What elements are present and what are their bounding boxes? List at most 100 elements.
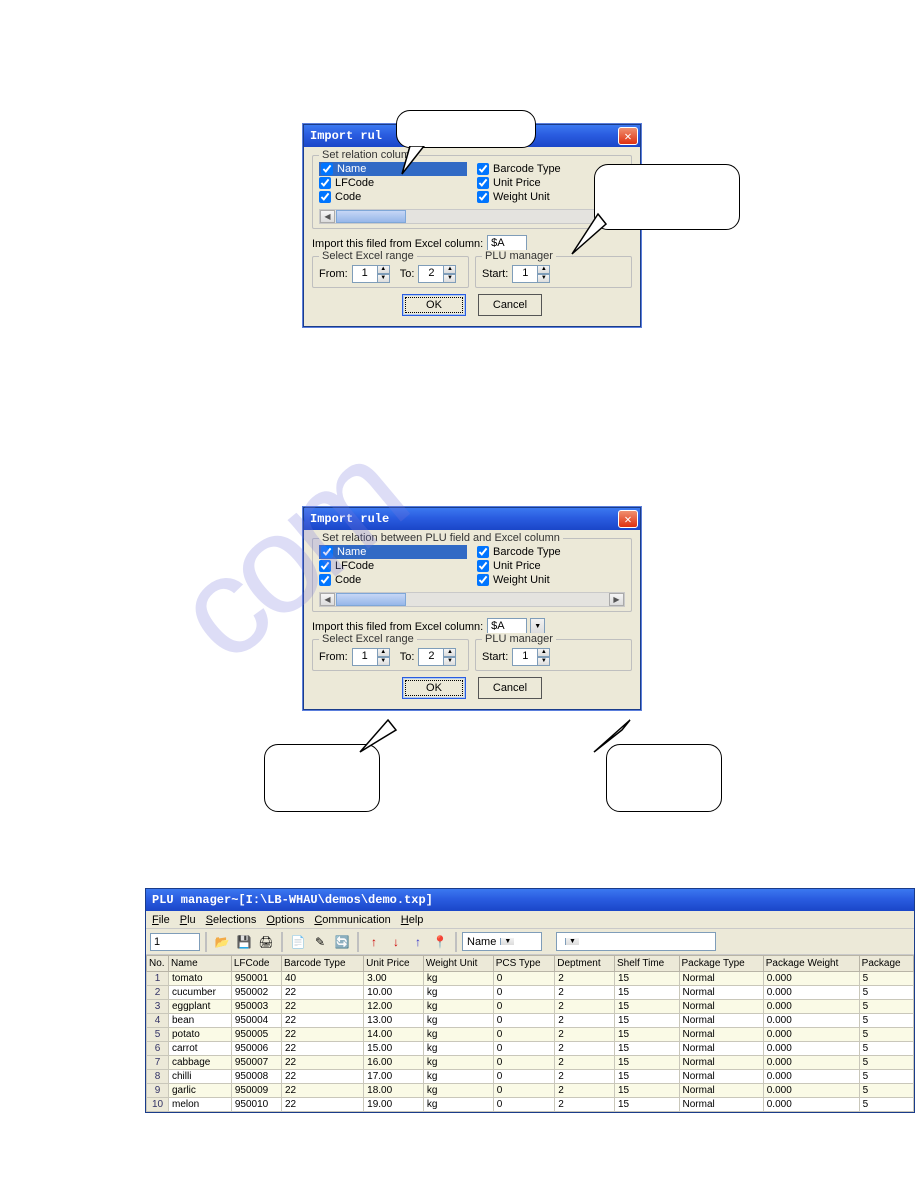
table-cell[interactable]: 2 <box>555 1056 615 1070</box>
table-cell[interactable]: 0.000 <box>763 1084 859 1098</box>
field-unit-price[interactable]: Unit Price <box>477 559 625 573</box>
table-cell[interactable]: 15 <box>614 1098 679 1112</box>
column-header[interactable]: Weight Unit <box>423 956 493 972</box>
table-cell[interactable]: 22 <box>281 1028 363 1042</box>
table-cell[interactable]: 2 <box>147 986 169 1000</box>
cancel-button[interactable]: Cancel <box>478 677 542 699</box>
checkbox[interactable] <box>477 560 489 572</box>
table-cell[interactable]: Normal <box>679 1042 763 1056</box>
menu-item[interactable]: Selections <box>206 914 257 926</box>
arrow-down-icon[interactable]: ↓ <box>386 932 406 952</box>
table-cell[interactable]: Normal <box>679 1070 763 1084</box>
save-icon[interactable]: 💾 <box>234 932 254 952</box>
spin-down-icon[interactable]: ▼ <box>443 274 456 283</box>
table-row[interactable]: 1tomato950001403.00kg0215Normal0.0005 <box>147 972 914 986</box>
table-cell[interactable]: 40 <box>281 972 363 986</box>
checkbox[interactable] <box>477 177 489 189</box>
table-cell[interactable]: 15 <box>614 1056 679 1070</box>
filter-dropdown[interactable]: ▼ <box>556 932 716 951</box>
checkbox[interactable] <box>477 191 489 203</box>
table-cell[interactable]: Normal <box>679 1014 763 1028</box>
field-barcode-type[interactable]: Barcode Type <box>477 545 625 559</box>
table-cell[interactable]: 5 <box>859 986 913 1000</box>
table-cell[interactable]: 0.000 <box>763 1028 859 1042</box>
scroll-right-icon[interactable]: ▶ <box>609 593 624 606</box>
table-row[interactable]: 7cabbage9500072216.00kg0215Normal0.0005 <box>147 1056 914 1070</box>
table-cell[interactable]: garlic <box>169 1084 232 1098</box>
spin-up-icon[interactable]: ▲ <box>443 265 456 274</box>
close-icon[interactable]: ✕ <box>618 510 638 528</box>
open-icon[interactable]: 📂 <box>212 932 232 952</box>
table-cell[interactable]: 4 <box>147 1014 169 1028</box>
table-cell[interactable]: Normal <box>679 1000 763 1014</box>
table-cell[interactable]: 2 <box>555 1000 615 1014</box>
table-cell[interactable]: potato <box>169 1028 232 1042</box>
checkbox[interactable] <box>319 560 331 572</box>
field-code[interactable]: Code <box>319 190 467 204</box>
spin-up-icon[interactable]: ▲ <box>377 265 390 274</box>
column-header[interactable]: PCS Type <box>493 956 555 972</box>
spin-up-icon[interactable]: ▲ <box>537 648 550 657</box>
start-spinner[interactable]: 1▲▼ <box>512 648 550 666</box>
table-cell[interactable]: chilli <box>169 1070 232 1084</box>
start-input[interactable]: 1 <box>512 265 538 283</box>
table-cell[interactable]: 22 <box>281 1098 363 1112</box>
table-cell[interactable]: 12.00 <box>364 1000 424 1014</box>
table-cell[interactable]: 22 <box>281 1042 363 1056</box>
table-cell[interactable]: 2 <box>555 1028 615 1042</box>
table-cell[interactable]: Normal <box>679 1028 763 1042</box>
table-cell[interactable]: 0.000 <box>763 1014 859 1028</box>
from-input[interactable]: 1 <box>352 648 378 666</box>
table-cell[interactable]: 15 <box>614 986 679 1000</box>
arrow-up-blue-icon[interactable]: ↑ <box>408 932 428 952</box>
table-cell[interactable]: 5 <box>859 1084 913 1098</box>
table-cell[interactable]: 15 <box>614 1042 679 1056</box>
table-cell[interactable]: 5 <box>147 1028 169 1042</box>
table-cell[interactable]: 0 <box>493 1056 555 1070</box>
ok-button[interactable]: OK <box>402 294 466 316</box>
table-cell[interactable]: 0 <box>493 1014 555 1028</box>
table-cell[interactable]: kg <box>423 1028 493 1042</box>
table-cell[interactable]: kg <box>423 1098 493 1112</box>
table-cell[interactable]: 0 <box>493 1070 555 1084</box>
table-row[interactable]: 4bean9500042213.00kg0215Normal0.0005 <box>147 1014 914 1028</box>
spin-up-icon[interactable]: ▲ <box>377 648 390 657</box>
table-cell[interactable]: 5 <box>859 1098 913 1112</box>
table-cell[interactable]: 17.00 <box>364 1070 424 1084</box>
table-cell[interactable]: 5 <box>859 1042 913 1056</box>
checkbox[interactable] <box>319 574 331 586</box>
field-lfcode[interactable]: LFCode <box>319 176 467 190</box>
scroll-thumb[interactable] <box>336 210 406 223</box>
table-cell[interactable]: 7 <box>147 1056 169 1070</box>
table-cell[interactable]: 15.00 <box>364 1042 424 1056</box>
table-cell[interactable]: 15 <box>614 972 679 986</box>
table-row[interactable]: 3eggplant9500032212.00kg0215Normal0.0005 <box>147 1000 914 1014</box>
field-weight-unit[interactable]: Weight Unit <box>477 573 625 587</box>
column-header[interactable]: Name <box>169 956 232 972</box>
checkbox[interactable] <box>477 546 489 558</box>
menu-item[interactable]: Help <box>401 914 424 926</box>
from-spinner[interactable]: 1▲▼ <box>352 648 390 666</box>
checkbox[interactable] <box>319 177 331 189</box>
checkbox[interactable] <box>321 163 333 175</box>
spin-down-icon[interactable]: ▼ <box>443 657 456 666</box>
table-cell[interactable]: 5 <box>859 972 913 986</box>
checkbox[interactable] <box>319 191 331 203</box>
table-cell[interactable]: 1 <box>147 972 169 986</box>
pin-icon[interactable]: 📍 <box>430 932 450 952</box>
table-cell[interactable]: 9 <box>147 1084 169 1098</box>
refresh-icon[interactable]: 🔄 <box>332 932 352 952</box>
table-cell[interactable]: 0.000 <box>763 986 859 1000</box>
from-spinner[interactable]: 1▲▼ <box>352 265 390 283</box>
table-cell[interactable]: 950007 <box>231 1056 281 1070</box>
table-cell[interactable]: melon <box>169 1098 232 1112</box>
table-cell[interactable]: 0.000 <box>763 1056 859 1070</box>
dropdown-icon[interactable]: ▼ <box>565 938 579 945</box>
menu-item[interactable]: Communication <box>314 914 390 926</box>
table-cell[interactable]: 0.000 <box>763 972 859 986</box>
table-cell[interactable]: 950004 <box>231 1014 281 1028</box>
table-row[interactable]: 6carrot9500062215.00kg0215Normal0.0005 <box>147 1042 914 1056</box>
column-header[interactable]: Shelf Time <box>614 956 679 972</box>
ok-button[interactable]: OK <box>402 677 466 699</box>
table-cell[interactable]: 16.00 <box>364 1056 424 1070</box>
